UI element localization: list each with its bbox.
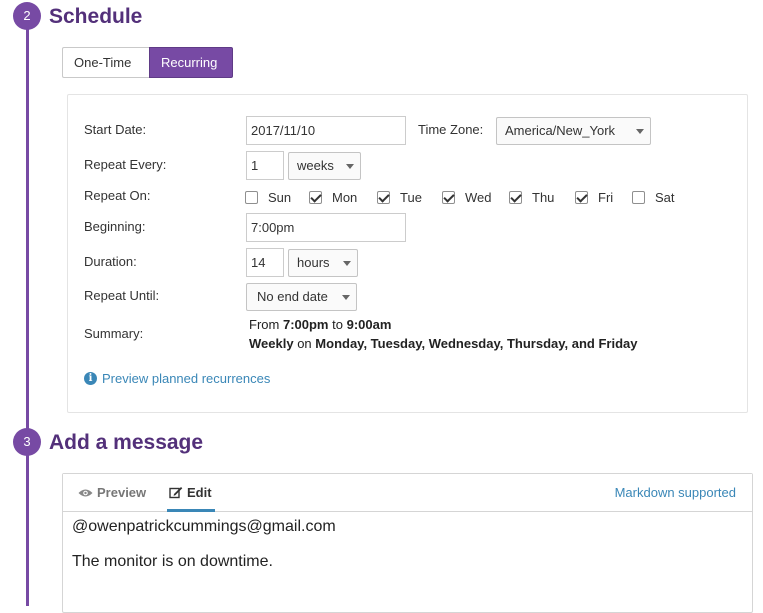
summary-days: Monday, Tuesday, Wednesday, Thursday, an… bbox=[315, 336, 638, 351]
preview-recurrences-link[interactable]: i Preview planned recurrences bbox=[84, 371, 270, 386]
preview-recurrences-text: Preview planned recurrences bbox=[102, 371, 271, 386]
tab-edit[interactable]: Edit bbox=[167, 474, 215, 512]
day-checkbox-tue[interactable]: Tue bbox=[377, 188, 422, 206]
summary-days-line: Weekly on Monday, Tuesday, Wednesday, Th… bbox=[249, 336, 638, 351]
repeat-until-value: No end date bbox=[257, 289, 328, 304]
summary-time-line: From 7:00pm to 9:00am bbox=[249, 317, 392, 332]
chevron-down-icon bbox=[346, 164, 354, 169]
day-checkbox-fri[interactable]: Fri bbox=[575, 188, 613, 206]
summary-start-time: 7:00pm bbox=[282, 317, 329, 332]
recurring-button[interactable]: Recurring bbox=[149, 47, 233, 78]
day-label: Sun bbox=[268, 189, 292, 205]
day-checkbox-sat[interactable]: Sat bbox=[632, 188, 675, 206]
chevron-down-icon bbox=[342, 295, 350, 300]
active-tab-indicator bbox=[167, 509, 215, 512]
one-time-button[interactable]: One-Time bbox=[62, 47, 149, 78]
message-line: The monitor is on downtime. bbox=[72, 553, 273, 571]
duration-unit-value: hours bbox=[297, 255, 330, 270]
day-label: Sat bbox=[655, 189, 675, 205]
day-checkbox-mon[interactable]: Mon bbox=[309, 188, 357, 206]
schedule-type-toggle: One-Time Recurring bbox=[62, 47, 233, 78]
eye-icon bbox=[78, 489, 93, 496]
day-checkbox-thu[interactable]: Thu bbox=[509, 188, 554, 206]
repeat-every-unit-select[interactable]: weeks bbox=[288, 152, 361, 180]
start-date-label: Start Date: bbox=[84, 122, 147, 137]
time-zone-label: Time Zone: bbox=[418, 122, 484, 137]
duration-label: Duration: bbox=[84, 254, 137, 269]
checkbox-checked-icon[interactable] bbox=[309, 190, 322, 204]
beginning-label: Beginning: bbox=[84, 219, 146, 234]
day-label: Fri bbox=[598, 189, 614, 205]
checkbox-icon[interactable] bbox=[632, 190, 645, 204]
time-zone-value: America/New_York bbox=[505, 123, 616, 138]
checkbox-checked-icon[interactable] bbox=[509, 190, 522, 204]
duration-input[interactable]: 14 bbox=[246, 248, 284, 277]
checkbox-checked-icon[interactable] bbox=[377, 190, 390, 204]
editor-tab-bar: Preview Edit Markdown supported bbox=[63, 474, 752, 512]
day-label: Wed bbox=[465, 189, 492, 205]
message-line: @owenpatrickcummings@gmail.com bbox=[72, 518, 336, 535]
markdown-supported-link[interactable]: Markdown supported bbox=[615, 485, 736, 500]
tab-edit-label: Edit bbox=[187, 485, 212, 500]
tab-preview-label: Preview bbox=[97, 485, 147, 500]
day-label: Tue bbox=[400, 189, 422, 205]
repeat-on-label: Repeat On: bbox=[84, 188, 151, 203]
edit-icon bbox=[169, 487, 183, 499]
day-label: Mon bbox=[332, 189, 358, 205]
chevron-down-icon bbox=[636, 129, 644, 134]
day-checkbox-wed[interactable]: Wed bbox=[442, 188, 492, 206]
repeat-every-label: Repeat Every: bbox=[84, 157, 167, 172]
summary-frequency: Weekly bbox=[249, 336, 294, 351]
chevron-down-icon bbox=[343, 261, 351, 266]
message-editor: Preview Edit Markdown supported @owenpat… bbox=[62, 473, 753, 613]
step-timeline bbox=[26, 16, 29, 606]
day-label: Thu bbox=[532, 189, 555, 205]
repeat-every-unit-value: weeks bbox=[297, 158, 334, 173]
day-checkbox-sun[interactable]: Sun bbox=[245, 188, 291, 206]
tab-preview[interactable]: Preview bbox=[78, 474, 146, 511]
info-icon: i bbox=[84, 372, 97, 385]
message-textarea[interactable]: @owenpatrickcummings@gmail.com The monit… bbox=[72, 518, 336, 589]
beginning-time-input[interactable]: 7:00pm bbox=[246, 213, 406, 242]
time-zone-select[interactable]: America/New_York bbox=[496, 117, 651, 145]
step-number-badge: 3 bbox=[13, 428, 41, 456]
section-title-message: Add a message bbox=[49, 431, 204, 454]
step-number-badge: 2 bbox=[13, 2, 41, 30]
duration-unit-select[interactable]: hours bbox=[288, 249, 358, 277]
checkbox-checked-icon[interactable] bbox=[442, 190, 455, 204]
repeat-every-input[interactable]: 1 bbox=[246, 151, 284, 180]
summary-label: Summary: bbox=[84, 326, 144, 341]
section-title-schedule: Schedule bbox=[49, 5, 143, 28]
checkbox-checked-icon[interactable] bbox=[575, 190, 588, 204]
repeat-until-label: Repeat Until: bbox=[84, 288, 160, 303]
start-date-input[interactable]: 2017/11/10 bbox=[246, 116, 406, 145]
checkbox-icon[interactable] bbox=[245, 190, 258, 204]
summary-end-time: 9:00am bbox=[346, 317, 392, 332]
repeat-until-select[interactable]: No end date bbox=[246, 283, 357, 311]
